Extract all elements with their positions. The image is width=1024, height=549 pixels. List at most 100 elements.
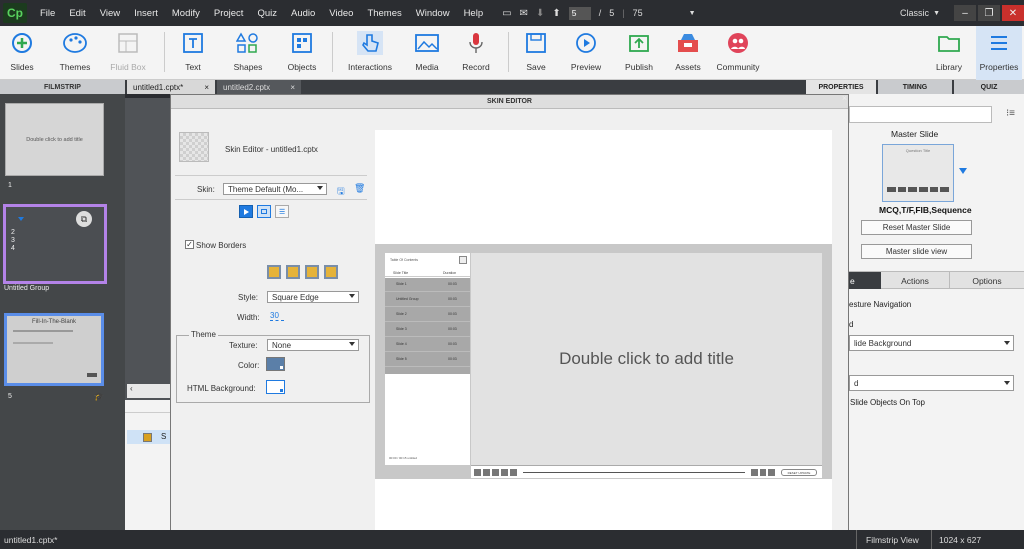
width-input[interactable]: 30 [270, 311, 284, 321]
objects-button[interactable]: Objects [282, 26, 322, 80]
chevron-down-icon[interactable]: ▼ [689, 10, 696, 17]
themes-button[interactable]: Themes [54, 26, 96, 80]
zoom-value[interactable]: 75 [633, 8, 681, 18]
minimize-button[interactable]: – [954, 5, 976, 21]
tab-actions[interactable]: Actions [881, 272, 950, 289]
tab-document-untitled1[interactable]: untitled1.cptx* × [127, 80, 215, 94]
close-tab-icon[interactable]: × [290, 83, 295, 92]
toc-row[interactable]: Slide 5 00:03 [385, 353, 470, 367]
secondary-select[interactable]: d [849, 375, 1014, 391]
menu-modify[interactable]: Modify [165, 8, 207, 19]
group-slide-numbers: 2 3 4 [11, 229, 15, 252]
tab-document-untitled2[interactable]: untitled2.cptx × [217, 80, 301, 94]
menu-file[interactable]: File [33, 8, 62, 19]
save-button[interactable]: Save [518, 26, 554, 80]
slide-objects-on-top-label: Slide Objects On Top [850, 398, 926, 407]
tab-filmstrip[interactable]: FILMSTRIP [0, 80, 125, 94]
html-background-swatch[interactable] [266, 380, 285, 394]
menu-project[interactable]: Project [207, 8, 251, 19]
library-button[interactable]: Library [930, 26, 968, 80]
preview-button[interactable]: Preview [566, 26, 606, 80]
tab-timing[interactable]: TIMING [878, 80, 952, 94]
tab-options[interactable]: Options [950, 272, 1024, 289]
status-bar: untitled1.cptx* Filmstrip View 1024 x 62… [0, 530, 1024, 549]
properties-icon [991, 36, 1007, 50]
text-button[interactable]: Text [175, 26, 211, 80]
slide-group-thumbnail[interactable]: ⧉ 2 3 4 [3, 204, 107, 284]
reset-master-slide-button[interactable]: Reset Master Slide [861, 220, 972, 235]
background-select[interactable]: lide Background [849, 335, 1014, 351]
media-button[interactable]: Media [406, 26, 448, 80]
border-right-toggle[interactable] [324, 265, 338, 279]
arrow-up-icon[interactable]: ⬆ [552, 8, 560, 19]
menu-video[interactable]: Video [322, 8, 360, 19]
texture-select[interactable]: None [267, 339, 359, 351]
skin-select[interactable]: Theme Default (Mo... [223, 183, 327, 195]
scroll-left-icon[interactable]: ‹ [127, 384, 170, 398]
slides-button[interactable]: Slides [4, 26, 40, 80]
chevron-down-icon[interactable]: ▼ [933, 10, 940, 17]
status-filename: untitled1.cptx* [4, 535, 58, 545]
save-skin-icon[interactable]: 🖫 [337, 184, 345, 200]
close-tab-icon[interactable]: × [204, 83, 209, 92]
monitor-icon[interactable]: ▭ [502, 8, 511, 19]
tab-quiz[interactable]: QUIZ [954, 80, 1024, 94]
menu-help[interactable]: Help [457, 8, 491, 19]
dialog-close-icon[interactable]: × [840, 94, 849, 103]
community-button[interactable]: Community [714, 26, 762, 80]
slide-thumbnail-1[interactable]: Double click to add title [5, 103, 104, 176]
style-select[interactable]: Square Edge [267, 291, 359, 303]
menu-window[interactable]: Window [409, 8, 457, 19]
gesture-navigation-label: esture Navigation [849, 300, 912, 309]
shapes-button[interactable]: Shapes [228, 26, 268, 80]
record-button[interactable]: Record [458, 26, 494, 80]
delete-skin-icon[interactable]: 🗑 [354, 183, 365, 194]
property-name-input[interactable] [849, 106, 992, 123]
toc-row[interactable]: Slide 1 00:03 [385, 278, 470, 292]
slide-separator: / [598, 8, 602, 18]
playbar-progress[interactable] [523, 472, 745, 473]
publish-button[interactable]: Publish [620, 26, 658, 80]
group-collapse-icon[interactable] [18, 217, 24, 221]
master-slide-dropdown-icon[interactable] [959, 168, 967, 174]
menu-quiz[interactable]: Quiz [250, 8, 284, 19]
fluid-box-button[interactable]: Fluid Box [106, 26, 150, 80]
mail-icon[interactable]: ✉ [520, 8, 528, 19]
toc-collapse-icon[interactable] [459, 256, 467, 264]
slide-number: 1 [8, 182, 12, 189]
borders-tab-icon[interactable] [257, 205, 271, 218]
menu-audio[interactable]: Audio [284, 8, 322, 19]
close-window-button[interactable]: ✕ [1002, 5, 1024, 21]
assets-button[interactable]: Assets [670, 26, 706, 80]
tab-style[interactable]: e [849, 272, 881, 289]
border-left-toggle[interactable] [267, 265, 281, 279]
master-slide-view-button[interactable]: Master slide view [861, 244, 972, 259]
timeline-row[interactable]: S [127, 430, 170, 444]
slide-thumbnail-5[interactable]: Fill-In-The-Blank [4, 313, 104, 386]
master-slide-thumbnail[interactable]: Question Title [882, 144, 954, 202]
menu-themes[interactable]: Themes [360, 8, 408, 19]
tab-properties[interactable]: PROPERTIES [806, 80, 876, 94]
menu-view[interactable]: View [93, 8, 127, 19]
arrow-down-icon[interactable]: ⬇ [536, 8, 544, 19]
workspace-switcher[interactable]: Classic [900, 8, 929, 18]
list-options-icon[interactable]: ⁝≡ [1006, 108, 1015, 119]
border-bottom-toggle[interactable] [305, 265, 319, 279]
playbar-controls[interactable] [474, 469, 519, 476]
menu-edit[interactable]: Edit [62, 8, 92, 19]
restore-button[interactable]: ❐ [978, 5, 1000, 21]
interactions-button[interactable]: Interactions [342, 26, 398, 80]
properties-button[interactable]: Properties [976, 26, 1022, 80]
playback-tab-icon[interactable] [239, 205, 253, 218]
border-top-toggle[interactable] [286, 265, 300, 279]
color-swatch[interactable] [266, 357, 285, 371]
playbar-button[interactable]: RESET UPDATE [781, 469, 817, 476]
toc-row[interactable]: Untitled Group 00:03 [385, 293, 470, 307]
toc-row[interactable]: Slide 4 00:03 [385, 338, 470, 352]
toc-row[interactable]: Slide 3 00:03 [385, 323, 470, 337]
current-slide-input[interactable]: 5 [568, 6, 591, 20]
show-borders-checkbox[interactable]: ✓ [185, 240, 194, 249]
toc-tab-icon[interactable]: ☰ [275, 205, 289, 218]
toc-row[interactable]: Slide 2 00:03 [385, 308, 470, 322]
menu-insert[interactable]: Insert [127, 8, 165, 19]
